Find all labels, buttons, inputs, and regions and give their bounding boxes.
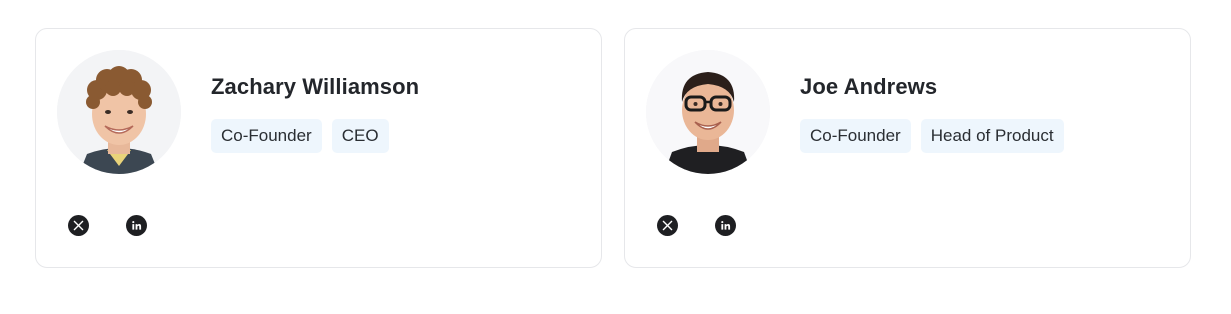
team-member-card: Zachary Williamson Co-Founder CEO [35, 28, 602, 268]
role-tag: Co-Founder [211, 119, 322, 153]
member-name: Zachary Williamson [211, 74, 420, 99]
social-links [657, 215, 736, 236]
role-tag: Head of Product [920, 119, 1064, 153]
linkedin-icon[interactable] [126, 215, 147, 236]
x-twitter-icon[interactable] [657, 215, 678, 236]
avatar-portrait-image [57, 50, 181, 174]
x-twitter-icon[interactable] [68, 215, 89, 236]
role-tag: Co-Founder [800, 119, 911, 153]
team-member-card: Joe Andrews Co-Founder Head of Product [624, 28, 1191, 268]
avatar-portrait-image [646, 50, 770, 174]
role-tags: Co-Founder CEO [211, 119, 419, 153]
social-links [68, 215, 147, 236]
role-tags: Co-Founder Head of Product [800, 119, 1064, 153]
team-grid: Zachary Williamson Co-Founder CEO Joe An… [35, 28, 1191, 268]
linkedin-icon[interactable] [715, 215, 736, 236]
member-name: Joe Andrews [800, 74, 938, 99]
avatar [646, 50, 770, 174]
avatar [57, 50, 181, 174]
role-tag: CEO [331, 119, 389, 153]
